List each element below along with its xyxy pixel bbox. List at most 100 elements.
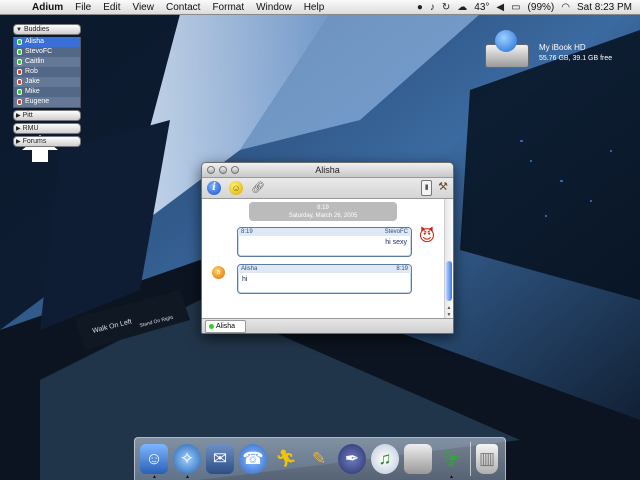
safari-icon[interactable]: ✧ ▲	[173, 444, 201, 480]
menu-contact[interactable]: Contact	[166, 2, 200, 13]
info-button[interactable]: i	[207, 181, 221, 195]
adium-status-icon[interactable]: ●	[417, 2, 423, 13]
buddy-list: ▼ Buddies Alisha StevoFC Caitlin Rob Jake…	[13, 24, 81, 149]
tab-label: Alisha	[216, 323, 236, 330]
disclosure-closed-icon[interactable]: ▶	[16, 139, 21, 145]
quill-icon[interactable]: ✒	[338, 444, 366, 474]
adium-duck-icon[interactable]: 🦆︎ ▲	[437, 444, 465, 480]
status-available-icon	[17, 49, 22, 55]
system-prefs-icon[interactable]	[404, 444, 432, 474]
status-available-icon	[17, 39, 22, 45]
buddy-item-stevofc[interactable]: StevoFC	[14, 47, 80, 57]
status-available-icon	[17, 59, 22, 65]
tools-icon[interactable]: ⚒	[438, 180, 448, 196]
message-incoming: Alisha 8:19 hi	[237, 264, 412, 294]
buddy-name: Eugene	[25, 98, 50, 105]
message-scrollbar[interactable]: ▲ ▼	[444, 199, 453, 319]
toolbar-right: ▮ ⚒	[421, 180, 448, 196]
desktop-hard-disk[interactable]: My iBook HD 55.76 GB, 39.1 GB free	[481, 30, 612, 74]
buddy-item-rob[interactable]: Rob	[14, 67, 80, 77]
mail-icon[interactable]: ✉	[206, 444, 234, 474]
group-label: Pitt	[22, 112, 33, 119]
apple-logo-icon	[495, 30, 517, 52]
buddy-item-jake[interactable]: Jake	[14, 77, 80, 87]
block-button[interactable]: ▮	[421, 180, 433, 196]
group-label: Buddies	[23, 26, 50, 33]
message-header: Alisha 8:19	[238, 265, 411, 273]
battery-icon[interactable]: ▭	[511, 2, 520, 13]
trash-icon[interactable]: ▥	[476, 444, 498, 474]
buddy-name: Caitlin	[25, 58, 45, 65]
date-header-time: 8:19	[317, 205, 329, 211]
emoticon-button[interactable]: ☺	[229, 181, 243, 195]
message-time: 8:19	[241, 229, 253, 235]
buddy-rows: Alisha StevoFC Caitlin Rob Jake Mike Eug…	[13, 37, 81, 108]
disk-name: My iBook HD	[539, 43, 586, 52]
message-header: 8:19 StevoFC	[238, 228, 411, 236]
status-away-icon	[17, 79, 22, 85]
aim-avatar-icon: a	[212, 266, 225, 279]
menu-edit[interactable]: Edit	[103, 2, 120, 13]
buddy-name: Rob	[25, 68, 38, 75]
ichat-icon[interactable]: ☎	[239, 444, 267, 474]
hard-disk-icon[interactable]	[481, 30, 529, 74]
close-button[interactable]	[207, 166, 215, 174]
status-away-icon	[17, 69, 22, 75]
finder-icon[interactable]: ☺ ▲	[140, 444, 168, 480]
itunes-icon[interactable]: ♫	[371, 444, 399, 474]
chat-titlebar[interactable]: Alisha	[202, 163, 453, 178]
scrollbar-thumb[interactable]	[446, 261, 452, 301]
message-sender: Alisha	[241, 266, 258, 272]
menu-window[interactable]: Window	[256, 2, 292, 13]
disk-info: 55.76 GB, 39.1 GB free	[539, 55, 613, 62]
message-text: hi sexy	[385, 239, 407, 246]
disclosure-closed-icon[interactable]: ▶	[16, 113, 21, 119]
group-rmu[interactable]: ▶ RMU	[13, 123, 81, 134]
group-pitt[interactable]: ▶ Pitt	[13, 110, 81, 121]
menu-app-name[interactable]: Adium	[32, 2, 63, 13]
aim-icon[interactable]: 🏃︎	[272, 444, 300, 474]
scroll-up-arrow-icon[interactable]: ▲	[445, 305, 453, 311]
date-header-label: Saturday, March 26, 2005	[288, 213, 358, 219]
message-text: hi	[242, 276, 248, 283]
buddy-name: Jake	[25, 78, 40, 85]
itunes-menu-icon[interactable]: ♪	[430, 2, 435, 13]
message-view[interactable]: 8:19 Saturday, March 26, 2005 8:19 Stevo…	[202, 199, 445, 319]
chat-toolbar: i ☺ 🔗︎ ▮ ⚒	[202, 178, 453, 199]
disclosure-open-icon[interactable]: ▼	[16, 27, 22, 33]
menu-clock[interactable]: Sat 8:23 PM	[577, 2, 632, 13]
buddy-item-eugene[interactable]: Eugene	[14, 97, 80, 107]
buddy-item-alisha[interactable]: Alisha	[14, 37, 80, 47]
group-label: RMU	[22, 125, 39, 132]
battery-percent[interactable]: (99%)	[528, 2, 555, 13]
weather-icon[interactable]: ☁	[457, 2, 467, 13]
buddy-item-mike[interactable]: Mike	[14, 87, 80, 97]
chat-window: Alisha i ☺ 🔗︎ ▮ ⚒ 8:19 Saturday, March 2…	[201, 162, 454, 334]
minimize-button[interactable]	[219, 166, 227, 174]
chat-title: Alisha	[315, 165, 340, 175]
group-buddies[interactable]: ▼ Buddies	[13, 24, 81, 35]
wifi-icon[interactable]: ◠	[561, 2, 570, 13]
running-indicator-icon: ▲	[449, 474, 454, 480]
buddy-item-caitlin[interactable]: Caitlin	[14, 57, 80, 67]
tab-alisha[interactable]: Alisha	[205, 320, 246, 333]
zoom-button[interactable]	[231, 166, 239, 174]
group-label: Forums	[22, 138, 47, 145]
menu-help[interactable]: Help	[304, 2, 325, 13]
buddy-name: StevoFC	[25, 48, 53, 55]
menu-view[interactable]: View	[132, 2, 154, 13]
dock-separator	[470, 442, 471, 476]
devil-avatar-icon: 😈︎	[418, 228, 436, 245]
menu-format[interactable]: Format	[212, 2, 244, 13]
group-forums[interactable]: ▶ Forums	[13, 136, 81, 147]
message-sender: StevoFC	[384, 229, 408, 235]
message-time: 8:19	[396, 266, 408, 272]
sync-icon[interactable]: ↻	[442, 2, 450, 13]
temperature-label[interactable]: 43°	[474, 2, 489, 13]
pen-icon[interactable]: ✎	[305, 444, 333, 474]
message-outgoing: 8:19 StevoFC hi sexy	[237, 227, 412, 257]
link-button[interactable]: 🔗︎	[251, 181, 265, 195]
disclosure-closed-icon[interactable]: ▶	[16, 126, 21, 132]
menu-file[interactable]: File	[75, 2, 91, 13]
volume-icon[interactable]: ◀	[496, 2, 504, 13]
